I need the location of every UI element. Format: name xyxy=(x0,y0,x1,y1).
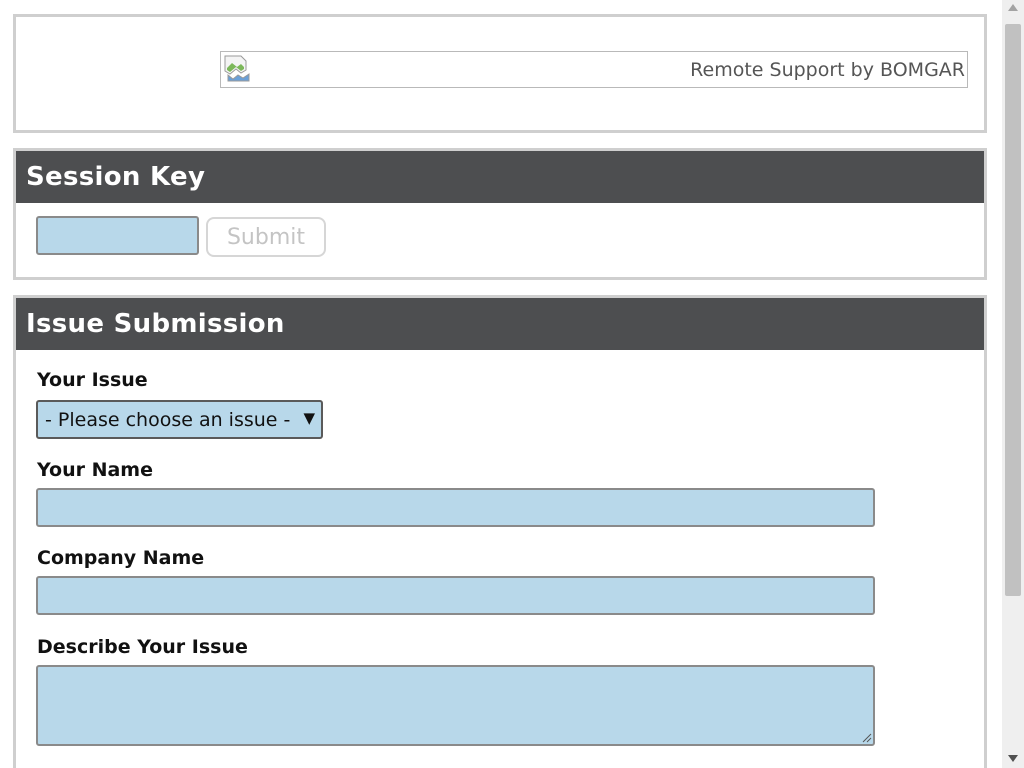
session-key-title: Session Key xyxy=(16,151,984,203)
resize-grip-icon[interactable] xyxy=(860,731,872,743)
broken-image-icon xyxy=(224,55,250,82)
company-name-label: Company Name xyxy=(37,547,205,569)
bomgar-logo: Remote Support by BOMGAR xyxy=(220,51,968,88)
company-name-input[interactable] xyxy=(36,576,875,615)
describe-issue-textarea[interactable] xyxy=(36,665,875,746)
dropdown-arrow-icon: ▼ xyxy=(303,409,315,427)
session-key-input[interactable] xyxy=(36,216,199,255)
describe-issue-label: Describe Your Issue xyxy=(37,636,248,658)
issue-select[interactable]: - Please choose an issue - ▼ xyxy=(36,400,323,439)
your-name-label: Your Name xyxy=(37,459,153,481)
scroll-up-icon[interactable] xyxy=(1008,4,1018,11)
scroll-thumb[interactable] xyxy=(1005,24,1021,596)
submit-button[interactable]: Submit xyxy=(206,217,326,257)
session-key-panel: Session Key Submit xyxy=(13,148,987,280)
issue-select-value: - Please choose an issue - xyxy=(45,408,291,431)
issue-submission-title: Issue Submission xyxy=(16,298,984,350)
your-name-input[interactable] xyxy=(36,488,875,527)
vertical-scrollbar[interactable] xyxy=(1002,0,1024,768)
issue-submission-panel: Issue Submission Your Issue - Please cho… xyxy=(13,295,987,768)
logo-alt-text: Remote Support by BOMGAR xyxy=(690,58,965,81)
your-issue-label: Your Issue xyxy=(37,369,148,391)
scroll-down-icon[interactable] xyxy=(1008,755,1018,762)
header-panel: Remote Support by BOMGAR xyxy=(13,14,987,133)
page: Remote Support by BOMGAR Session Key Sub… xyxy=(0,0,1002,768)
